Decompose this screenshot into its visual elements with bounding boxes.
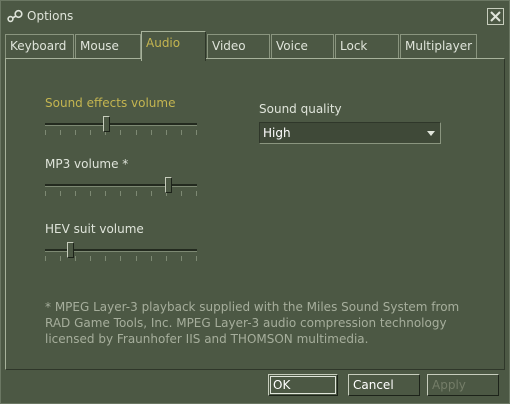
sound-quality-value: High (263, 126, 291, 140)
slider-tick (105, 256, 107, 261)
slider-tick (90, 256, 92, 261)
tab-multiplayer[interactable]: Multiplayer (400, 34, 477, 58)
slider-tick (195, 256, 197, 261)
slider-tick (150, 130, 152, 135)
slider-tick (150, 256, 152, 261)
slider-tick (90, 130, 92, 135)
slider-tick (75, 130, 77, 135)
slider-ticks (45, 130, 197, 135)
mp3-license-note: * MPEG Layer-3 playback supplied with th… (45, 300, 460, 346)
slider-ticks (45, 191, 197, 196)
slider-tick (60, 130, 62, 135)
slider-tick (75, 191, 77, 196)
slider-tick (90, 191, 92, 196)
ok-button[interactable]: OK (268, 374, 338, 396)
close-icon (490, 11, 501, 22)
window-title: Options (27, 9, 74, 23)
slider-tick (120, 256, 122, 261)
slider-tick (135, 256, 137, 261)
slider-tick (180, 191, 182, 196)
sound-effects-volume-slider[interactable] (45, 116, 197, 142)
slider-track (45, 184, 197, 187)
slider-tick (195, 130, 197, 135)
mp3-volume-label: MP3 volume * (45, 157, 129, 171)
hev-suit-volume-slider[interactable] (45, 242, 197, 268)
slider-tick (165, 256, 167, 261)
slider-tick (105, 191, 107, 196)
slider-tick (75, 256, 77, 261)
slider-thumb[interactable] (165, 177, 172, 193)
close-button[interactable] (487, 8, 504, 25)
slider-tick (195, 191, 197, 196)
tab-keyboard[interactable]: Keyboard (5, 34, 74, 58)
sound-quality-dropdown[interactable]: High (259, 122, 441, 144)
tab-lock[interactable]: Lock (335, 34, 399, 58)
slider-tick (135, 191, 137, 196)
slider-tick (120, 130, 122, 135)
slider-tick (180, 130, 182, 135)
slider-track (45, 123, 197, 126)
mp3-volume-slider[interactable] (45, 177, 197, 203)
options-window: Options Keyboard Mouse Audio Video Voice… (0, 0, 510, 404)
slider-tick (120, 191, 122, 196)
slider-tick (180, 256, 182, 261)
sound-effects-volume-label: Sound effects volume (45, 96, 176, 110)
tab-mouse[interactable]: Mouse (75, 34, 141, 58)
slider-tick (45, 130, 46, 135)
sound-quality-label: Sound quality (259, 102, 342, 116)
steam-icon (7, 9, 23, 23)
slider-tick (165, 130, 167, 135)
tab-video[interactable]: Video (207, 34, 270, 58)
slider-tick (60, 256, 62, 261)
title-bar[interactable]: Options (1, 1, 509, 31)
chevron-down-icon[interactable] (427, 131, 435, 136)
slider-tick (60, 191, 62, 196)
slider-tick (135, 130, 137, 135)
hev-suit-volume-label: HEV suit volume (45, 222, 144, 236)
cancel-button[interactable]: Cancel (348, 374, 420, 396)
slider-thumb[interactable] (103, 116, 110, 132)
apply-button[interactable]: Apply (427, 374, 499, 396)
slider-thumb[interactable] (67, 242, 74, 258)
tab-voice[interactable]: Voice (271, 34, 334, 58)
tab-audio[interactable]: Audio (141, 31, 206, 61)
slider-tick (45, 256, 46, 261)
slider-tick (150, 191, 152, 196)
slider-tick (45, 191, 46, 196)
